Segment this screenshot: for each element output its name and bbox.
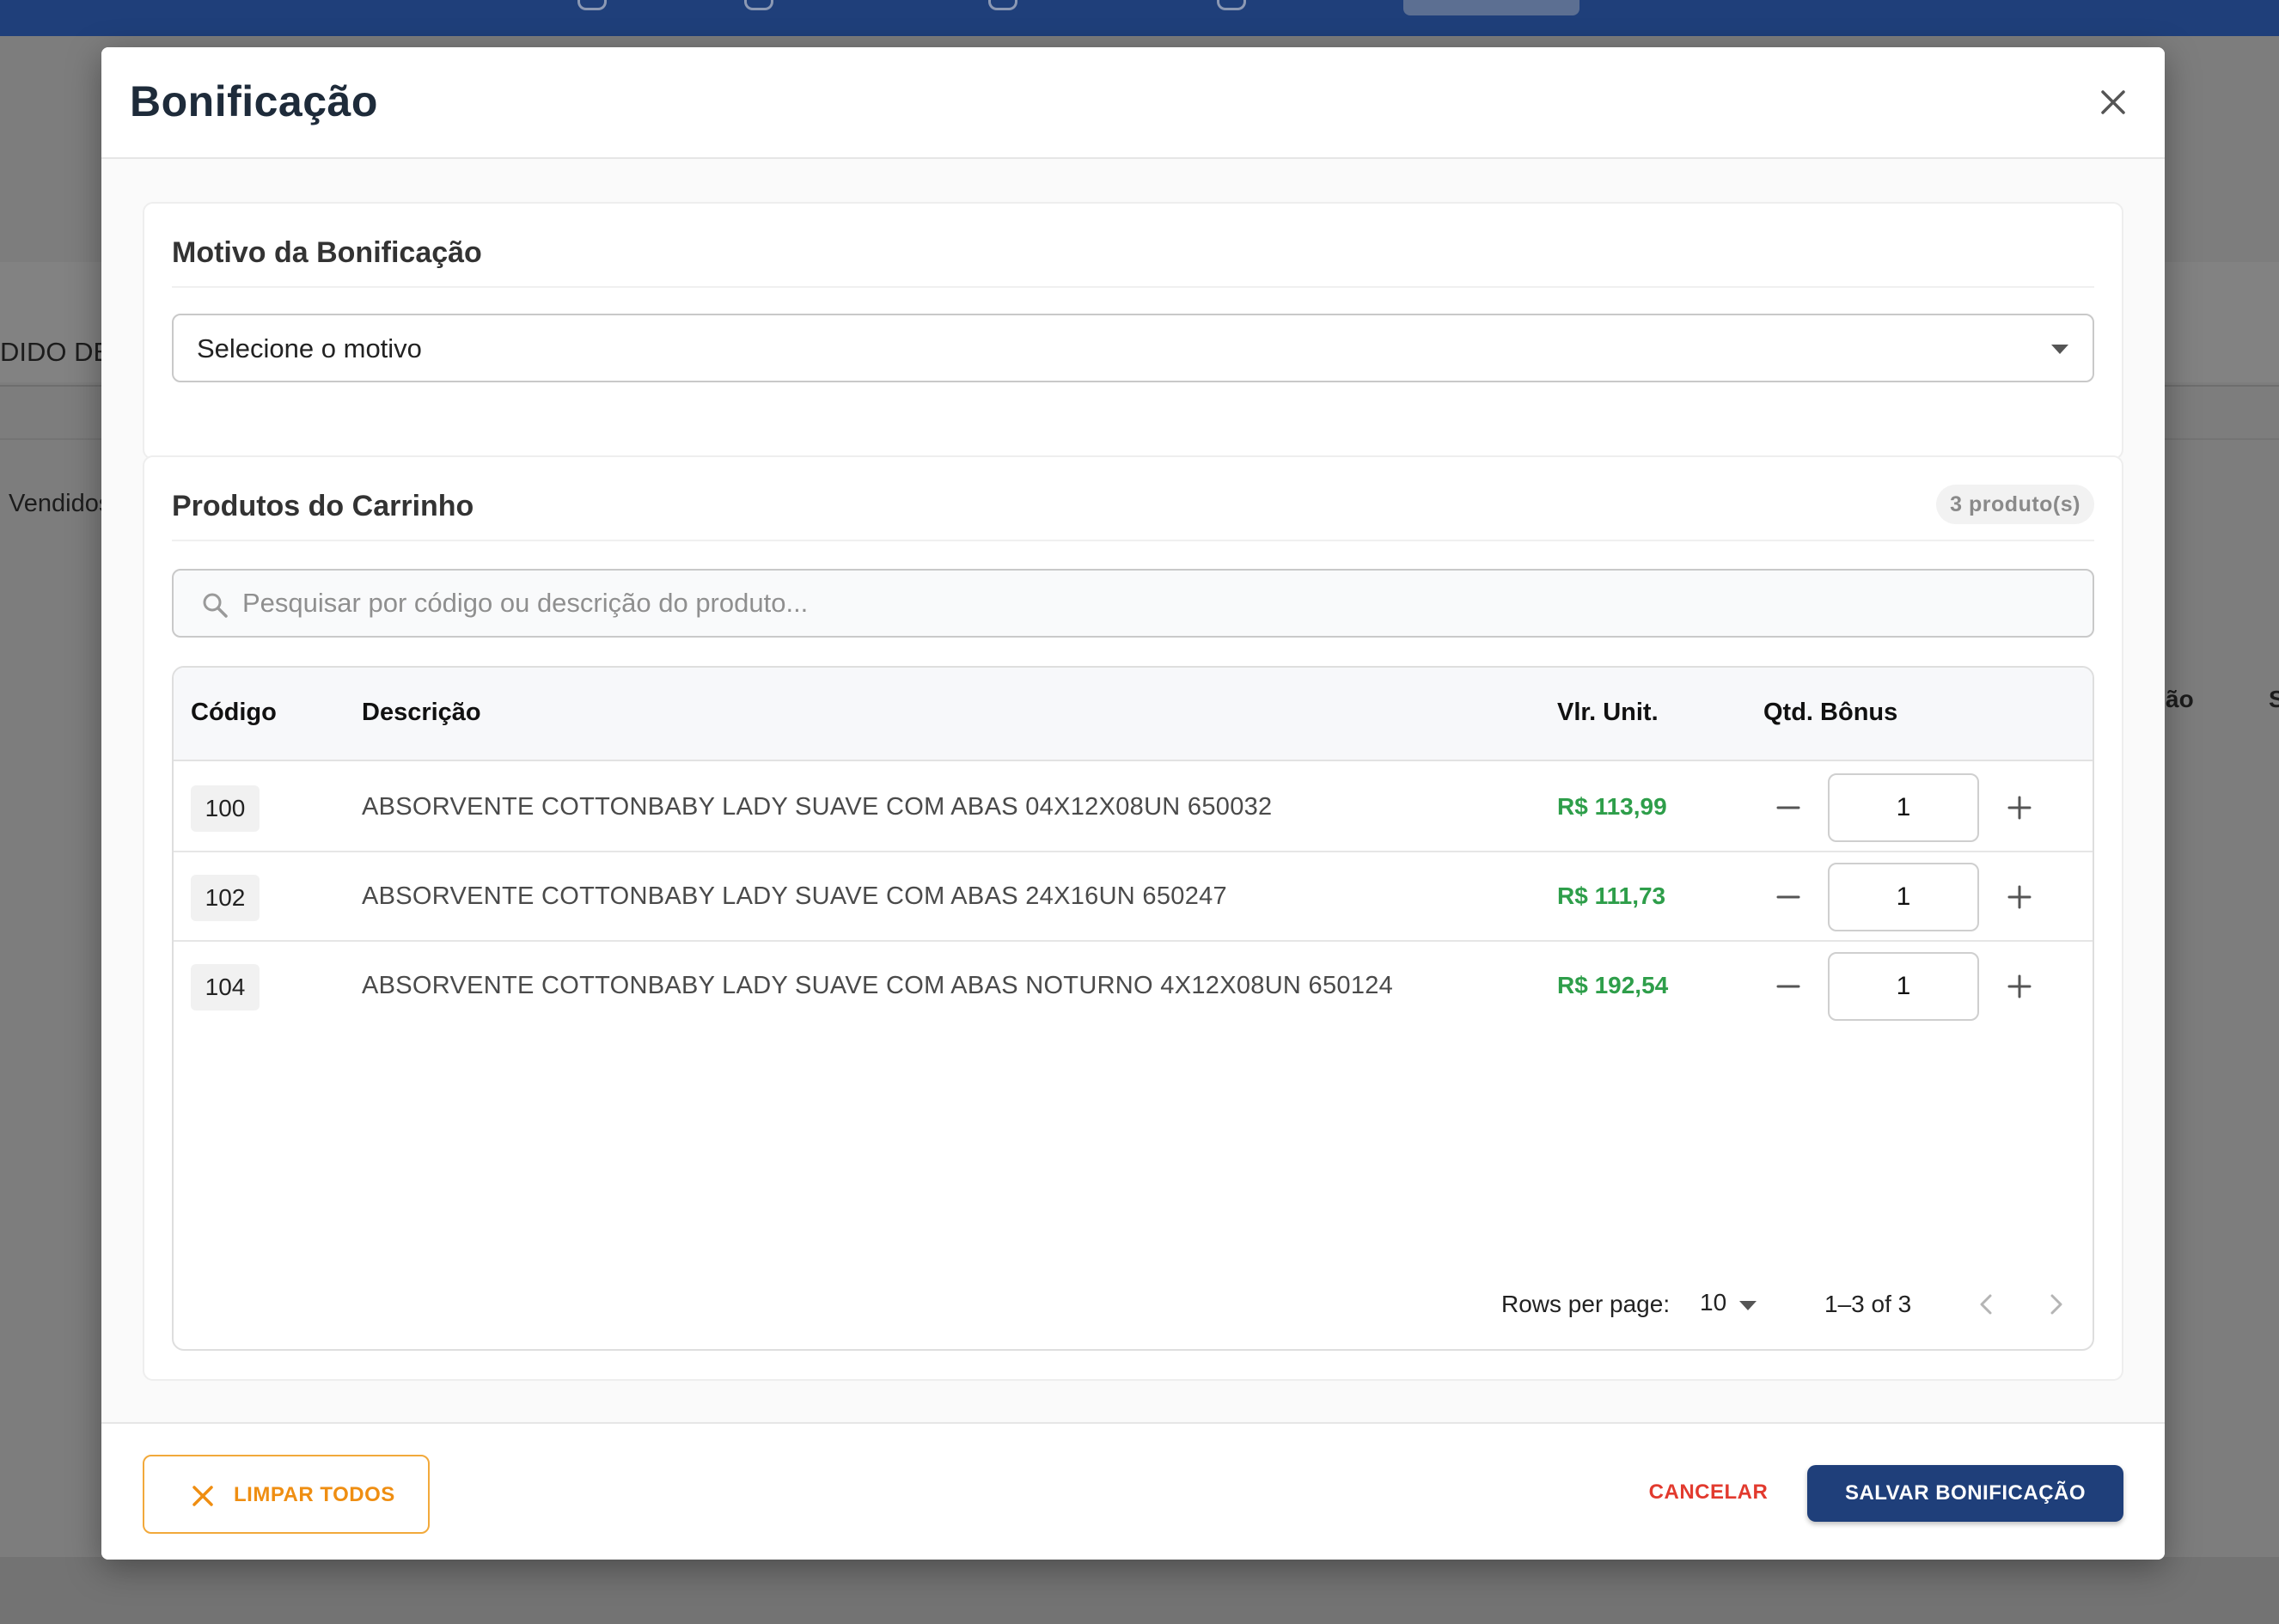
- cancel-button[interactable]: CANCELAR: [1631, 1467, 1786, 1518]
- reason-card: Motivo da Bonificação Selecione o motivo: [143, 202, 2123, 460]
- products-table: Código Descrição Vlr. Unit. Qtd. Bônus 1…: [172, 666, 2094, 1351]
- table-row: 100 ABSORVENTE COTTONBABY LADY SUAVE COM…: [174, 763, 2093, 852]
- column-header-code[interactable]: Código: [191, 699, 277, 727]
- background-column: ão: [2166, 686, 2194, 712]
- table-header: Código Descrição Vlr. Unit. Qtd. Bônus: [174, 668, 2093, 761]
- increase-qty-button[interactable]: [1999, 966, 2040, 1007]
- save-bonus-button[interactable]: SALVAR BONIFICAÇÃO: [1807, 1465, 2123, 1522]
- bonus-qty-input[interactable]: [1828, 773, 1979, 842]
- products-card: Produtos do Carrinho 3 produto(s) Código…: [143, 455, 2123, 1381]
- table-row: 104 ABSORVENTE COTTONBABY LADY SUAVE COM…: [174, 942, 2093, 1031]
- nav-icon: [577, 0, 607, 10]
- minus-icon: [1776, 985, 1800, 988]
- plus-icon: [2007, 885, 2032, 909]
- modal-title: Bonificação: [130, 77, 378, 125]
- background-footer: [0, 1557, 2279, 1624]
- rows-per-page-select[interactable]: 10: [1700, 1289, 1726, 1316]
- background-text: Vendidos: [9, 490, 112, 517]
- close-button[interactable]: [2093, 82, 2134, 123]
- product-price: R$ 111,73: [1557, 882, 1666, 909]
- previous-page-button[interactable]: [1970, 1287, 2004, 1322]
- next-page-button[interactable]: [2038, 1287, 2073, 1322]
- reason-select-value: Selecione o motivo: [197, 333, 422, 363]
- minus-icon: [1776, 895, 1800, 899]
- product-description: ABSORVENTE COTTONBABY LADY SUAVE COM ABA…: [362, 882, 1227, 910]
- clear-all-label: LIMPAR TODOS: [234, 1483, 395, 1506]
- pagination-range: 1–3 of 3: [1824, 1291, 1912, 1317]
- close-icon: [192, 1486, 213, 1506]
- modal-header: Bonificação: [101, 47, 2165, 159]
- clear-all-button[interactable]: LIMPAR TODOS: [143, 1455, 430, 1534]
- caret-down-icon: [2051, 345, 2068, 354]
- decrease-qty-button[interactable]: [1768, 787, 1809, 828]
- nav-icon: [1217, 0, 1246, 10]
- product-price: R$ 113,99: [1557, 793, 1667, 820]
- product-description: ABSORVENTE COTTONBABY LADY SUAVE COM ABA…: [362, 793, 1273, 821]
- background-column: S: [2269, 686, 2279, 712]
- product-code: 102: [191, 875, 260, 921]
- bonus-qty-input[interactable]: [1828, 863, 1979, 931]
- product-description: ABSORVENTE COTTONBABY LADY SUAVE COM ABA…: [362, 972, 1394, 999]
- plus-icon: [2007, 796, 2032, 820]
- decrease-qty-button[interactable]: [1768, 876, 1809, 918]
- chevron-left-icon: [1980, 1294, 1992, 1315]
- search-icon: [203, 593, 228, 618]
- product-search-input[interactable]: [242, 572, 2047, 634]
- minus-icon: [1776, 806, 1800, 809]
- bonus-qty-input[interactable]: [1828, 952, 1979, 1021]
- reason-card-title: Motivo da Bonificação: [172, 236, 482, 269]
- decrease-qty-button[interactable]: [1768, 966, 1809, 1007]
- reason-select[interactable]: Selecione o motivo: [172, 314, 2094, 382]
- divider: [172, 286, 2094, 288]
- increase-qty-button[interactable]: [1999, 787, 2040, 828]
- nav-icon: [744, 0, 773, 10]
- product-price: R$ 192,54: [1557, 972, 1669, 998]
- caret-down-icon[interactable]: [1739, 1301, 1757, 1310]
- product-search: [172, 569, 2094, 638]
- app-top-bar: [0, 0, 2279, 36]
- product-code: 104: [191, 964, 260, 1010]
- nav-tab-active: [1403, 0, 1579, 15]
- nav-icon: [988, 0, 1017, 10]
- column-header-unit-price[interactable]: Vlr. Unit.: [1557, 699, 1659, 727]
- close-icon: [2101, 90, 2125, 114]
- plus-icon: [2007, 974, 2032, 998]
- products-card-title: Produtos do Carrinho: [172, 490, 474, 522]
- column-header-description[interactable]: Descrição: [362, 699, 481, 727]
- divider: [172, 540, 2094, 541]
- bonus-modal: Bonificação Motivo da Bonificação Seleci…: [101, 47, 2165, 1560]
- increase-qty-button[interactable]: [1999, 876, 2040, 918]
- background-text: DIDO DE: [0, 337, 112, 367]
- table-pagination: Rows per page: 10 1–3 of 3: [174, 1273, 2093, 1334]
- rows-per-page-label: Rows per page:: [1501, 1291, 1671, 1317]
- modal-footer: LIMPAR TODOS CANCELAR SALVAR BONIFICAÇÃO: [101, 1422, 2165, 1560]
- product-count-badge: 3 produto(s): [1936, 485, 2094, 524]
- chevron-right-icon: [2050, 1294, 2062, 1315]
- column-header-bonus-qty[interactable]: Qtd. Bônus: [1763, 699, 1897, 727]
- table-row: 102 ABSORVENTE COTTONBABY LADY SUAVE COM…: [174, 852, 2093, 942]
- product-code: 100: [191, 785, 260, 832]
